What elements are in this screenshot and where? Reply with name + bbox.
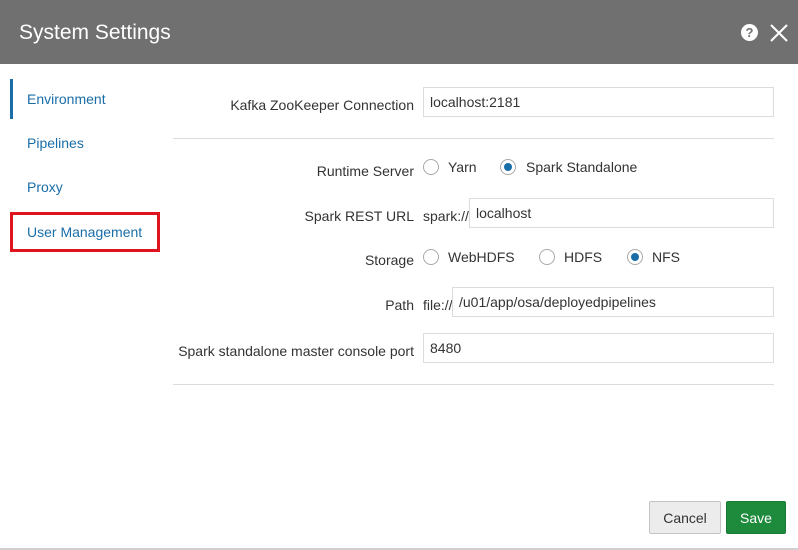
spark-url-prefix: spark:// [423,208,469,224]
path-prefix: file:// [423,297,453,313]
sidebar-item-environment[interactable]: Environment [10,79,160,119]
dialog-header: System Settings ? [0,0,798,64]
dialog-title: System Settings [19,21,171,44]
runtime-yarn-radio[interactable] [423,159,439,175]
sidebar-item-proxy[interactable]: Proxy [10,167,160,207]
runtime-spark-standalone-label: Spark Standalone [526,159,638,175]
sidebar-item-user-management[interactable]: User Management [10,212,160,252]
save-button[interactable]: Save [726,501,786,534]
spark-rest-url-input[interactable] [469,198,774,228]
kafka-zookeeper-input[interactable] [423,87,774,117]
section-divider [173,138,774,139]
runtime-server-label: Runtime Server [316,163,414,179]
help-icon[interactable]: ? [741,24,758,41]
settings-sidebar: Environment Pipelines Proxy User Managem… [0,64,170,550]
master-console-port-input[interactable] [423,333,774,363]
master-console-port-label: Spark standalone master console port [178,343,414,359]
cancel-button[interactable]: Cancel [649,501,721,534]
section-divider-bottom [173,384,774,385]
system-settings-dialog: System Settings ? Environment Pipelines … [0,0,798,550]
storage-webhdfs-label: WebHDFS [448,249,515,265]
storage-nfs-radio[interactable] [627,249,643,265]
path-input[interactable] [452,287,774,317]
runtime-spark-standalone-radio[interactable] [500,159,516,175]
spark-rest-url-label: Spark REST URL [304,208,414,224]
close-icon[interactable] [770,24,788,42]
storage-label: Storage [364,252,414,268]
storage-nfs-label: NFS [652,249,680,265]
storage-hdfs-label: HDFS [564,249,603,265]
kafka-zookeeper-label: Kafka ZooKeeper Connection [230,97,414,113]
storage-webhdfs-radio[interactable] [423,249,439,265]
storage-hdfs-radio[interactable] [539,249,555,265]
sidebar-item-pipelines[interactable]: Pipelines [10,123,160,163]
path-label: Path [385,297,414,313]
runtime-yarn-label: Yarn [448,159,477,175]
